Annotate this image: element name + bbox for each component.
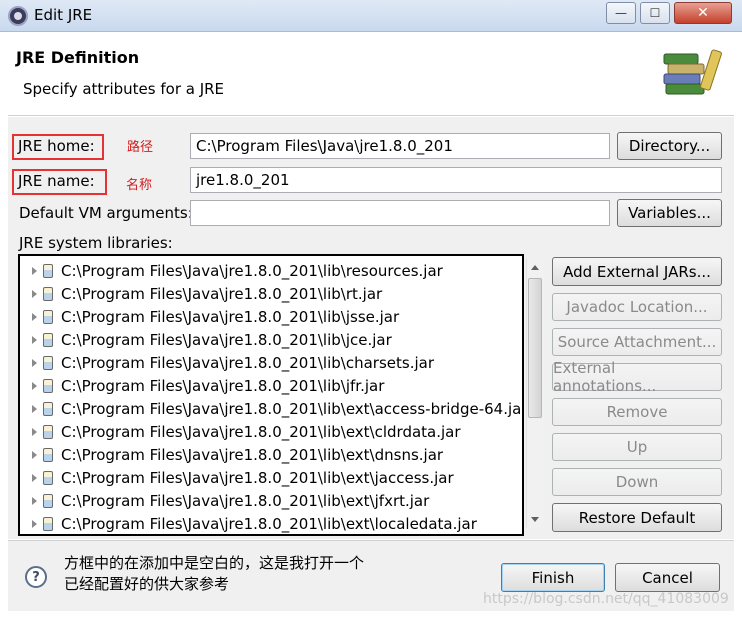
library-path: C:\Program Files\Java\jre1.8.0_201\lib\j… [61, 376, 385, 395]
restore-default-button[interactable]: Restore Default [552, 503, 722, 532]
jre-home-annotation: 路径 [127, 140, 154, 155]
annotation-note: 方框中的在添加中是空白的，这是我打开一个 已经配置好的供大家参考 [64, 553, 364, 595]
jar-icon [43, 263, 53, 278]
library-books-icon [663, 49, 722, 95]
jar-icon [43, 332, 53, 347]
vm-arguments-label: Default VM arguments: [19, 204, 193, 222]
source-attachment-button[interactable]: Source Attachment... [552, 328, 722, 356]
watermark: https://blog.csdn.net/qq_41083009 [483, 591, 729, 607]
maximize-button[interactable]: ☐ [640, 2, 670, 24]
library-item[interactable]: C:\Program Files\Java\jre1.8.0_201\lib\e… [20, 466, 522, 489]
jar-icon [43, 447, 53, 462]
library-path: C:\Program Files\Java\jre1.8.0_201\lib\e… [61, 468, 454, 487]
expand-arrow-icon[interactable] [32, 404, 37, 413]
library-path: C:\Program Files\Java\jre1.8.0_201\lib\j… [61, 307, 400, 326]
library-item[interactable]: C:\Program Files\Java\jre1.8.0_201\lib\r… [20, 259, 522, 282]
close-button[interactable]: ✕ [674, 2, 732, 24]
expand-arrow-icon[interactable] [32, 473, 37, 482]
jar-icon [43, 286, 53, 301]
library-item[interactable]: C:\Program Files\Java\jre1.8.0_201\lib\e… [20, 512, 522, 534]
library-path: C:\Program Files\Java\jre1.8.0_201\lib\r… [61, 284, 383, 303]
jre-home-input[interactable]: C:\Program Files\Java\jre1.8.0_201 [190, 133, 610, 159]
library-item[interactable]: C:\Program Files\Java\jre1.8.0_201\lib\e… [20, 489, 522, 512]
finish-button[interactable]: Finish [501, 563, 605, 592]
jar-icon [43, 424, 53, 439]
jar-icon [43, 470, 53, 485]
window-title: Edit JRE [34, 6, 93, 24]
remove-button[interactable]: Remove [552, 398, 722, 426]
jar-icon [43, 378, 53, 393]
variables-button[interactable]: Variables... [617, 199, 722, 227]
library-path: C:\Program Files\Java\jre1.8.0_201\lib\c… [61, 353, 434, 372]
library-item[interactable]: C:\Program Files\Java\jre1.8.0_201\lib\j… [20, 328, 522, 351]
system-libraries-list[interactable]: C:\Program Files\Java\jre1.8.0_201\lib\r… [18, 254, 524, 536]
add-external-jars-button[interactable]: Add External JARs... [552, 257, 722, 286]
scroll-down-arrow-icon[interactable] [526, 510, 544, 528]
annotation-note-line: 方框中的在添加中是空白的，这是我打开一个 [64, 554, 365, 572]
library-item[interactable]: C:\Program Files\Java\jre1.8.0_201\lib\e… [20, 443, 522, 466]
library-item[interactable]: C:\Program Files\Java\jre1.8.0_201\lib\e… [20, 397, 524, 420]
library-item[interactable]: C:\Program Files\Java\jre1.8.0_201\lib\e… [20, 420, 522, 443]
expand-arrow-icon[interactable] [32, 519, 37, 528]
expand-arrow-icon[interactable] [32, 289, 37, 298]
expand-arrow-icon[interactable] [32, 266, 37, 275]
expand-arrow-icon[interactable] [32, 358, 37, 367]
jre-name-label: JRE name: [18, 172, 95, 190]
library-path: C:\Program Files\Java\jre1.8.0_201\lib\e… [61, 445, 444, 464]
javadoc-location-button[interactable]: Javadoc Location... [552, 293, 722, 321]
library-path: C:\Program Files\Java\jre1.8.0_201\lib\r… [61, 261, 443, 280]
down-button[interactable]: Down [552, 468, 722, 496]
cancel-button[interactable]: Cancel [615, 563, 720, 592]
expand-arrow-icon[interactable] [32, 335, 37, 344]
up-button[interactable]: Up [552, 433, 722, 461]
header-subtitle: Specify attributes for a JRE [23, 80, 225, 98]
expand-arrow-icon[interactable] [32, 312, 37, 321]
jre-name-annotation: 名称 [126, 178, 153, 193]
external-annotations-button[interactable]: External annotations... [552, 359, 722, 395]
help-icon[interactable]: ? [25, 566, 47, 588]
header-title: JRE Definition [16, 48, 140, 67]
library-item[interactable]: C:\Program Files\Java\jre1.8.0_201\lib\j… [20, 305, 522, 328]
library-item[interactable]: C:\Program Files\Java\jre1.8.0_201\lib\c… [20, 351, 522, 374]
expand-arrow-icon[interactable] [32, 450, 37, 459]
jar-icon [43, 309, 53, 324]
vm-arguments-input[interactable] [190, 200, 610, 226]
jar-icon [43, 493, 53, 508]
expand-arrow-icon[interactable] [32, 381, 37, 390]
library-path: C:\Program Files\Java\jre1.8.0_201\lib\e… [61, 422, 461, 441]
directory-button[interactable]: Directory... [617, 132, 722, 160]
dialog-header [8, 32, 734, 116]
library-path: C:\Program Files\Java\jre1.8.0_201\lib\j… [61, 330, 392, 349]
eclipse-app-icon [8, 6, 28, 26]
expand-arrow-icon[interactable] [32, 496, 37, 505]
system-libraries-label: JRE system libraries: [19, 234, 173, 252]
minimize-button[interactable]: — [606, 2, 636, 24]
annotation-note-line: 已经配置好的供大家参考 [64, 575, 230, 593]
library-item[interactable]: C:\Program Files\Java\jre1.8.0_201\lib\r… [20, 282, 522, 305]
library-item[interactable]: C:\Program Files\Java\jre1.8.0_201\lib\j… [20, 374, 522, 397]
expand-arrow-icon[interactable] [32, 427, 37, 436]
jre-name-input[interactable]: jre1.8.0_201 [190, 167, 722, 193]
scroll-thumb[interactable] [528, 278, 542, 418]
library-path: C:\Program Files\Java\jre1.8.0_201\lib\e… [61, 491, 430, 510]
scroll-up-arrow-icon[interactable] [526, 258, 544, 276]
library-path: C:\Program Files\Java\jre1.8.0_201\lib\e… [61, 514, 477, 533]
jar-icon [43, 401, 53, 416]
jre-home-label: JRE home: [18, 137, 95, 155]
jar-icon [43, 355, 53, 370]
jar-icon [43, 516, 53, 531]
library-path: C:\Program Files\Java\jre1.8.0_201\lib\e… [61, 399, 524, 418]
